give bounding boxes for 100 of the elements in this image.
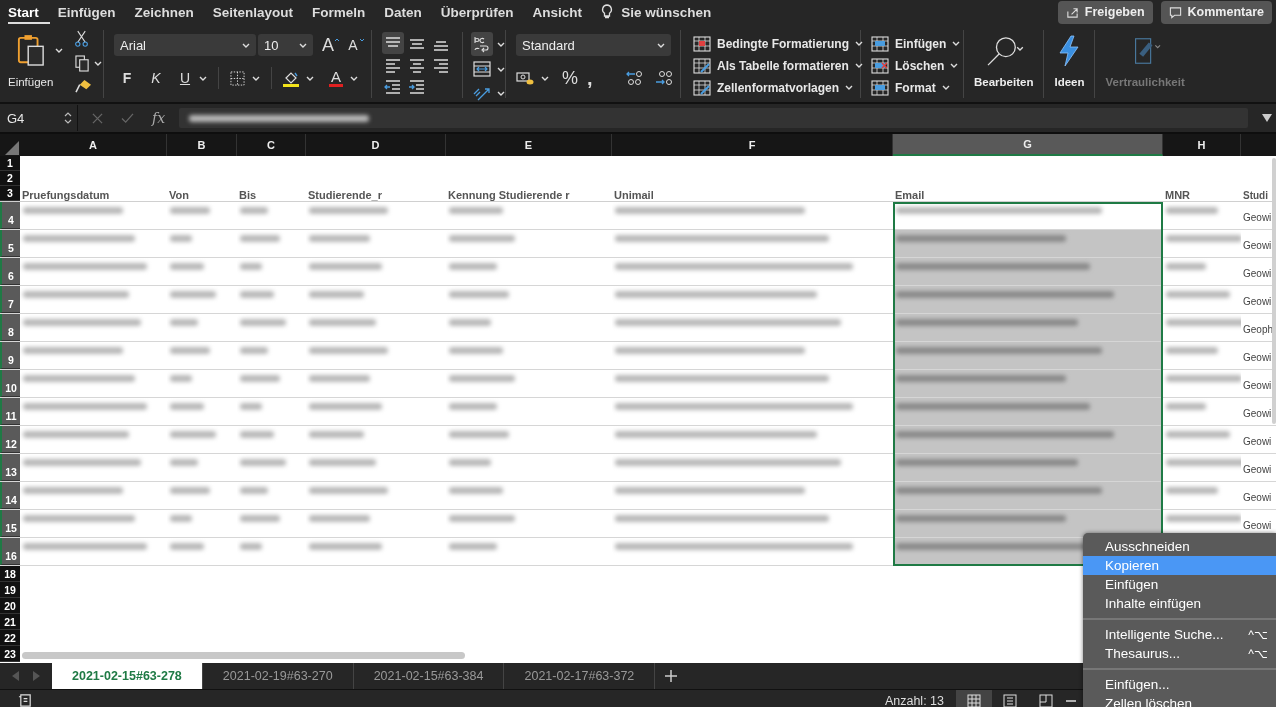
delete-cells-button[interactable]: Löschen (871, 56, 963, 75)
normal-view-button[interactable] (956, 690, 992, 707)
row-header[interactable]: 5 (0, 230, 20, 257)
sheet-tab[interactable]: 2021-02-15#63-278 (52, 663, 203, 689)
cell-styles-button[interactable]: Zellenformatvorlagen (693, 78, 860, 97)
row-header[interactable]: 7 (0, 286, 20, 313)
ribbon-tab[interactable]: Start (8, 0, 50, 24)
copy-icon[interactable] (75, 54, 91, 72)
row-header[interactable]: 11 (0, 398, 20, 425)
ribbon-tab[interactable]: Zeichnen (134, 0, 205, 24)
chevron-icon[interactable] (55, 48, 64, 53)
conditional-formatting-button[interactable]: Bedingte Formatierung (693, 34, 860, 53)
chevron-icon[interactable] (497, 90, 505, 96)
selected-cell[interactable] (893, 230, 1163, 257)
paste-button[interactable]: Einfügen (8, 30, 54, 90)
selected-cell[interactable] (893, 258, 1163, 285)
cancel-icon[interactable] (92, 112, 103, 124)
editing-button[interactable]: Bearbeiten (970, 30, 1038, 98)
selected-cell[interactable] (893, 286, 1163, 313)
chevron-icon[interactable] (497, 41, 505, 47)
underline-button[interactable]: U (178, 70, 192, 86)
row-header[interactable]: 3 (0, 186, 20, 201)
row-header[interactable]: 2 (0, 171, 20, 186)
ribbon-tab[interactable]: Ansicht (532, 0, 594, 24)
row-header[interactable]: 14 (0, 482, 20, 509)
merge-cells-icon[interactable] (471, 58, 493, 80)
expand-icon[interactable] (1262, 114, 1272, 122)
currency-icon[interactable] (516, 71, 534, 85)
borders-icon[interactable] (230, 70, 245, 86)
column-header[interactable]: G (893, 134, 1163, 156)
selected-cell[interactable] (893, 342, 1163, 369)
comments-button[interactable]: Kommentare (1160, 0, 1272, 24)
row-header[interactable]: 1 (0, 156, 20, 171)
ribbon-tab[interactable]: Überprüfen (440, 0, 525, 24)
row-header[interactable]: 4 (0, 202, 20, 229)
chevron-icon[interactable] (497, 66, 505, 72)
row-header[interactable]: 19 (0, 582, 20, 598)
menu-item[interactable]: Ausschneiden (1083, 537, 1276, 556)
percent-button[interactable]: % (562, 67, 576, 89)
menu-item[interactable]: Inhalte einfügen (1083, 594, 1276, 613)
zoom-out-icon[interactable] (1066, 699, 1076, 702)
column-header[interactable]: C (237, 134, 306, 156)
wrap-text-icon[interactable] (471, 32, 493, 56)
tell-me-field[interactable]: Sie wünschen (621, 4, 712, 20)
format-as-table-button[interactable]: Als Tabelle formatieren (693, 56, 860, 75)
font-size-dropdown[interactable]: 10 (258, 34, 313, 56)
grow-font-button[interactable]: A (321, 34, 335, 56)
selected-cell[interactable] (893, 482, 1163, 509)
row-header[interactable]: 13 (0, 454, 20, 481)
chevron-icon[interactable] (94, 60, 103, 66)
bold-button[interactable]: F (120, 70, 134, 86)
selected-cell[interactable] (893, 510, 1163, 537)
row-header[interactable]: 9 (0, 342, 20, 369)
chevron-icon[interactable] (199, 75, 207, 81)
chevron-icon[interactable] (306, 75, 314, 81)
column-header[interactable]: A (20, 134, 167, 156)
ribbon-tab[interactable]: Formeln (312, 0, 377, 24)
font-dropdown[interactable]: Arial (114, 34, 256, 56)
row-header[interactable]: 8 (0, 314, 20, 341)
formula-field[interactable] (179, 108, 1248, 128)
selected-cell[interactable] (893, 454, 1163, 481)
scrollbar-thumb[interactable] (22, 652, 465, 659)
row-header[interactable]: 10 (0, 370, 20, 397)
row-header[interactable]: 15 (0, 510, 20, 537)
row-header[interactable]: 6 (0, 258, 20, 285)
menu-item[interactable]: Einfügen... (1083, 675, 1276, 694)
selected-cell[interactable] (893, 314, 1163, 341)
scrollbar-thumb[interactable] (1272, 158, 1276, 424)
row-header[interactable]: 18 (0, 566, 20, 582)
comma-style-button[interactable]: , (587, 67, 601, 89)
italic-button[interactable]: K (149, 70, 163, 86)
insert-cells-button[interactable]: Einfügen (871, 34, 963, 53)
share-button[interactable]: Freigeben (1057, 0, 1153, 24)
column-header[interactable]: B (167, 134, 237, 156)
shrink-font-button[interactable]: A (346, 37, 360, 53)
row-header[interactable]: 20 (0, 598, 20, 614)
column-header[interactable]: D (306, 134, 446, 156)
scissors-icon[interactable] (75, 30, 89, 47)
name-box[interactable]: G4 (0, 105, 78, 131)
insert-function-button[interactable]: fx (152, 110, 166, 126)
chevron-icon[interactable] (541, 75, 549, 81)
selected-cell[interactable] (893, 426, 1163, 453)
menu-item[interactable]: Thesaurus... ^⌥ (1083, 644, 1276, 663)
row-header[interactable]: 23 (0, 646, 20, 662)
align-top-icon[interactable] (382, 32, 404, 54)
menu-item[interactable]: Einfügen (1083, 575, 1276, 594)
ribbon-tab[interactable]: Daten (384, 0, 433, 24)
row-header[interactable]: 12 (0, 426, 20, 453)
chevron-icon[interactable] (252, 75, 260, 81)
format-painter-icon[interactable] (75, 79, 93, 94)
font-color-button[interactable]: A (329, 69, 343, 87)
selected-cell[interactable] (893, 398, 1163, 425)
row-header[interactable]: 16 (0, 538, 20, 565)
ideas-button[interactable]: Ideen (1050, 30, 1089, 98)
row-header[interactable]: 22 (0, 630, 20, 646)
column-header[interactable]: H (1163, 134, 1241, 156)
add-sheet-icon[interactable] (665, 670, 678, 682)
row-header[interactable]: 21 (0, 614, 20, 630)
confirm-icon[interactable] (121, 112, 134, 124)
macro-icon[interactable] (18, 693, 33, 707)
